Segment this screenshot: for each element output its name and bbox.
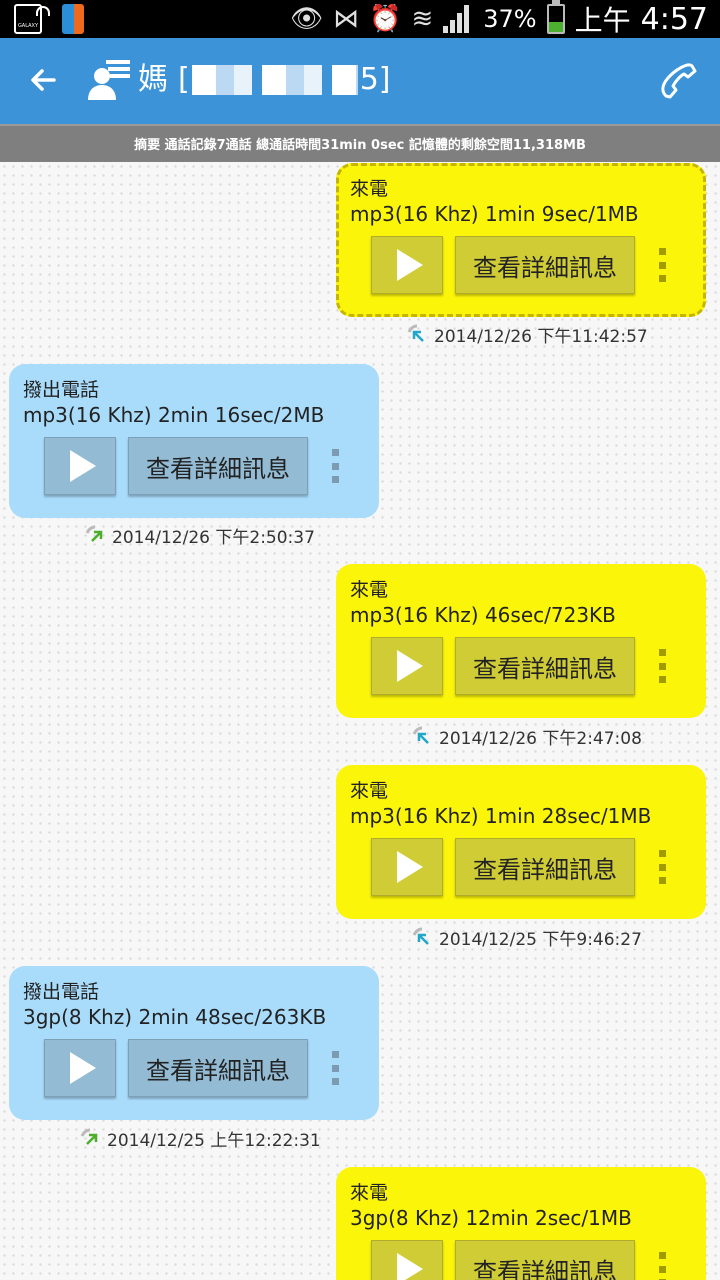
call-timestamp: 2014/12/26 下午2:50:37	[84, 523, 315, 548]
call-info: mp3(16 Khz) 2min 16sec/2MB	[23, 403, 325, 427]
play-icon	[70, 1052, 96, 1084]
more-options-icon[interactable]	[659, 248, 669, 282]
more-options-icon[interactable]	[659, 649, 669, 683]
eye-icon: 👁	[290, 4, 324, 34]
call-type: 來電	[350, 178, 389, 200]
call-type: 撥出電話	[23, 379, 100, 401]
play-button[interactable]	[44, 1039, 116, 1097]
clock-time: 4:57	[640, 1, 708, 37]
view-details-button[interactable]: 查看詳細訊息	[128, 1039, 308, 1097]
number-tail: 5]	[359, 62, 391, 97]
call-info: mp3(16 Khz) 46sec/723KB	[350, 603, 616, 627]
call-bubble[interactable]: 撥出電話 3gp(8 Khz) 2min 48sec/263KB 查看詳細訊息	[9, 966, 379, 1120]
view-details-button[interactable]: 查看詳細訊息	[455, 838, 635, 896]
summary-bar: 摘要 通話記錄7通話 總通話時間31min 0sec 記憶體的剩餘空間11,31…	[0, 124, 720, 162]
wifi-icon: ≋	[411, 4, 434, 34]
view-details-button[interactable]: 查看詳細訊息	[455, 637, 635, 695]
signal-icon	[443, 5, 473, 33]
call-bubble[interactable]: 來電 3gp(8 Khz) 12min 2sec/1MB 查看詳細訊息	[336, 1167, 706, 1280]
incoming-call-icon	[407, 324, 424, 342]
call-type: 來電	[350, 579, 389, 601]
status-bar: GALAXY 👁 ⋈ ⏰ ≋ 37% 上午 4:57	[0, 0, 720, 38]
contact-title: 媽 [ 5]	[138, 58, 391, 102]
incoming-call-icon	[412, 726, 429, 744]
alarm-icon: ⏰	[369, 4, 402, 34]
clock-ampm: 上午	[574, 4, 631, 37]
recording-list[interactable]: 來電 mp3(16 Khz) 1min 9sec/1MB 查看詳細訊息 2014…	[0, 162, 720, 1280]
more-options-icon[interactable]	[659, 850, 669, 884]
incoming-call-icon	[412, 927, 429, 945]
call-info: mp3(16 Khz) 1min 9sec/1MB	[350, 202, 639, 226]
call-bubble[interactable]: 來電 mp3(16 Khz) 46sec/723KB 查看詳細訊息	[336, 564, 706, 718]
contact-name: 媽	[138, 62, 168, 97]
call-type: 來電	[350, 780, 389, 802]
app-icon	[62, 4, 84, 34]
galaxy-icon: GALAXY	[14, 4, 42, 34]
call-info: mp3(16 Khz) 1min 28sec/1MB	[350, 804, 652, 828]
play-icon	[397, 249, 423, 281]
battery-percent: 37%	[483, 5, 537, 33]
play-button[interactable]	[371, 236, 443, 294]
view-details-button[interactable]: 查看詳細訊息	[455, 236, 635, 294]
more-options-icon[interactable]	[332, 449, 342, 483]
number-open: [	[178, 62, 190, 97]
call-timestamp: 2014/12/25 下午9:46:27	[411, 925, 642, 950]
play-button[interactable]	[44, 437, 116, 495]
call-timestamp: 2014/12/26 下午2:47:08	[411, 724, 642, 749]
back-arrow-icon[interactable]	[24, 60, 64, 100]
call-timestamp: 2014/12/25 上午12:22:31	[79, 1126, 321, 1151]
more-options-icon[interactable]	[659, 1252, 669, 1280]
nfc-off-icon: ⋈	[333, 4, 360, 34]
battery-icon	[546, 0, 565, 34]
play-icon	[70, 450, 96, 482]
call-type: 來電	[350, 1182, 389, 1204]
call-bubble[interactable]: 撥出電話 mp3(16 Khz) 2min 16sec/2MB 查看詳細訊息	[9, 364, 379, 518]
call-info: 3gp(8 Khz) 12min 2sec/1MB	[350, 1206, 632, 1230]
view-details-button[interactable]: 查看詳細訊息	[128, 437, 308, 495]
app-toolbar: 媽 [ 5]	[0, 38, 720, 124]
call-bubble[interactable]: 來電 mp3(16 Khz) 1min 9sec/1MB 查看詳細訊息	[336, 163, 706, 317]
more-options-icon[interactable]	[332, 1051, 342, 1085]
call-bubble[interactable]: 來電 mp3(16 Khz) 1min 28sec/1MB 查看詳細訊息	[336, 765, 706, 919]
call-info: 3gp(8 Khz) 2min 48sec/263KB	[23, 1005, 327, 1029]
play-button[interactable]	[371, 838, 443, 896]
play-icon	[397, 650, 423, 682]
outgoing-call-icon	[80, 1128, 98, 1145]
play-icon	[397, 1253, 423, 1280]
redacted-number	[191, 65, 358, 95]
call-type: 撥出電話	[23, 981, 100, 1003]
phone-icon[interactable]	[658, 60, 700, 102]
play-button[interactable]	[371, 637, 443, 695]
outgoing-call-icon	[85, 525, 103, 542]
play-button[interactable]	[371, 1240, 443, 1280]
contact-icon	[86, 58, 132, 102]
call-timestamp: 2014/12/26 下午11:42:57	[406, 322, 648, 347]
view-details-button[interactable]: 查看詳細訊息	[455, 1240, 635, 1280]
play-icon	[397, 851, 423, 883]
